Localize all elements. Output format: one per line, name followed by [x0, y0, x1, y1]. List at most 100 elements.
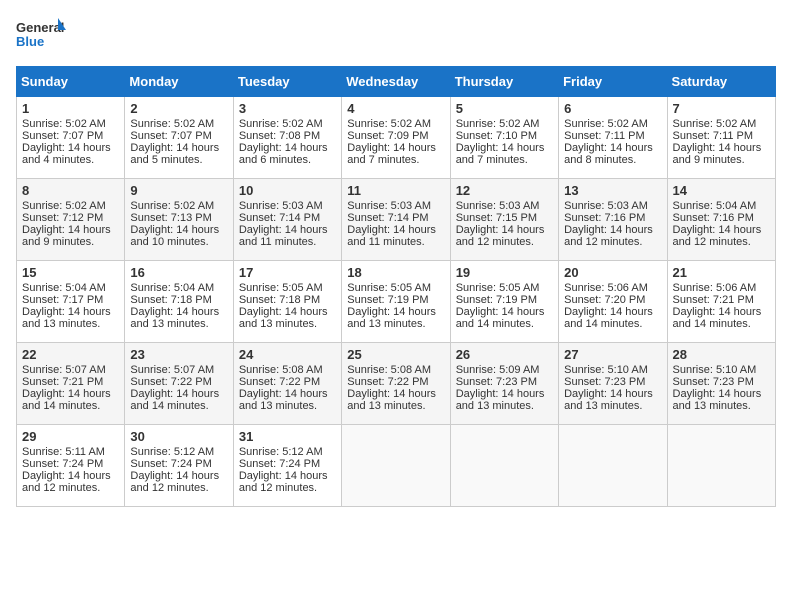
day-number: 29 [22, 429, 119, 444]
day-number: 28 [673, 347, 770, 362]
sunrise-text: Sunrise: 5:02 AM [673, 118, 757, 130]
sunrise-text: Sunrise: 5:07 AM [22, 364, 106, 376]
sunset-text: Sunset: 7:14 PM [239, 212, 320, 224]
day-cell: 2Sunrise: 5:02 AMSunset: 7:07 PMDaylight… [125, 97, 233, 179]
sunset-text: Sunset: 7:16 PM [673, 212, 754, 224]
sunset-text: Sunset: 7:22 PM [130, 376, 211, 388]
svg-text:General: General [16, 20, 64, 35]
day-number: 12 [456, 183, 553, 198]
daylight-minutes: and 4 minutes. [22, 154, 94, 166]
day-number: 13 [564, 183, 661, 198]
daylight-minutes: and 14 minutes. [564, 318, 642, 330]
daylight-minutes: and 7 minutes. [347, 154, 419, 166]
day-number: 23 [130, 347, 227, 362]
daylight-text: Daylight: 14 hours [130, 388, 219, 400]
daylight-text: Daylight: 14 hours [22, 224, 111, 236]
day-cell: 30Sunrise: 5:12 AMSunset: 7:24 PMDayligh… [125, 425, 233, 507]
daylight-text: Daylight: 14 hours [22, 470, 111, 482]
sunrise-text: Sunrise: 5:03 AM [456, 200, 540, 212]
sunrise-text: Sunrise: 5:02 AM [239, 118, 323, 130]
svg-text:Blue: Blue [16, 34, 44, 49]
day-cell [342, 425, 450, 507]
daylight-text: Daylight: 14 hours [239, 470, 328, 482]
sunrise-text: Sunrise: 5:02 AM [22, 200, 106, 212]
sunset-text: Sunset: 7:16 PM [564, 212, 645, 224]
sunset-text: Sunset: 7:19 PM [347, 294, 428, 306]
day-cell: 17Sunrise: 5:05 AMSunset: 7:18 PMDayligh… [233, 261, 341, 343]
week-row-2: 8Sunrise: 5:02 AMSunset: 7:12 PMDaylight… [17, 179, 776, 261]
day-cell: 19Sunrise: 5:05 AMSunset: 7:19 PMDayligh… [450, 261, 558, 343]
daylight-text: Daylight: 14 hours [564, 306, 653, 318]
sunrise-text: Sunrise: 5:06 AM [673, 282, 757, 294]
daylight-text: Daylight: 14 hours [22, 306, 111, 318]
daylight-minutes: and 14 minutes. [22, 400, 100, 412]
day-number: 20 [564, 265, 661, 280]
week-row-4: 22Sunrise: 5:07 AMSunset: 7:21 PMDayligh… [17, 343, 776, 425]
daylight-minutes: and 10 minutes. [130, 236, 208, 248]
sunrise-text: Sunrise: 5:05 AM [239, 282, 323, 294]
daylight-text: Daylight: 14 hours [564, 142, 653, 154]
day-number: 8 [22, 183, 119, 198]
day-number: 14 [673, 183, 770, 198]
daylight-text: Daylight: 14 hours [456, 224, 545, 236]
day-cell: 29Sunrise: 5:11 AMSunset: 7:24 PMDayligh… [17, 425, 125, 507]
daylight-text: Daylight: 14 hours [347, 142, 436, 154]
day-cell: 1Sunrise: 5:02 AMSunset: 7:07 PMDaylight… [17, 97, 125, 179]
week-row-5: 29Sunrise: 5:11 AMSunset: 7:24 PMDayligh… [17, 425, 776, 507]
sunrise-text: Sunrise: 5:03 AM [239, 200, 323, 212]
day-number: 7 [673, 101, 770, 116]
day-number: 25 [347, 347, 444, 362]
daylight-text: Daylight: 14 hours [456, 306, 545, 318]
day-number: 31 [239, 429, 336, 444]
daylight-text: Daylight: 14 hours [130, 224, 219, 236]
day-number: 15 [22, 265, 119, 280]
sunrise-text: Sunrise: 5:12 AM [239, 446, 323, 458]
daylight-text: Daylight: 14 hours [347, 224, 436, 236]
day-cell: 26Sunrise: 5:09 AMSunset: 7:23 PMDayligh… [450, 343, 558, 425]
daylight-minutes: and 6 minutes. [239, 154, 311, 166]
day-number: 30 [130, 429, 227, 444]
day-number: 2 [130, 101, 227, 116]
day-cell: 21Sunrise: 5:06 AMSunset: 7:21 PMDayligh… [667, 261, 775, 343]
daylight-minutes: and 13 minutes. [673, 400, 751, 412]
day-number: 1 [22, 101, 119, 116]
sunset-text: Sunset: 7:18 PM [239, 294, 320, 306]
daylight-text: Daylight: 14 hours [239, 142, 328, 154]
day-number: 19 [456, 265, 553, 280]
day-number: 26 [456, 347, 553, 362]
day-cell: 22Sunrise: 5:07 AMSunset: 7:21 PMDayligh… [17, 343, 125, 425]
day-cell: 16Sunrise: 5:04 AMSunset: 7:18 PMDayligh… [125, 261, 233, 343]
day-cell: 11Sunrise: 5:03 AMSunset: 7:14 PMDayligh… [342, 179, 450, 261]
daylight-minutes: and 12 minutes. [456, 236, 534, 248]
sunrise-text: Sunrise: 5:02 AM [22, 118, 106, 130]
header: General Blue [16, 16, 776, 58]
day-cell: 10Sunrise: 5:03 AMSunset: 7:14 PMDayligh… [233, 179, 341, 261]
day-cell: 24Sunrise: 5:08 AMSunset: 7:22 PMDayligh… [233, 343, 341, 425]
day-cell: 5Sunrise: 5:02 AMSunset: 7:10 PMDaylight… [450, 97, 558, 179]
day-cell [667, 425, 775, 507]
daylight-minutes: and 12 minutes. [22, 482, 100, 494]
day-number: 4 [347, 101, 444, 116]
daylight-text: Daylight: 14 hours [347, 306, 436, 318]
daylight-minutes: and 12 minutes. [239, 482, 317, 494]
daylight-minutes: and 9 minutes. [22, 236, 94, 248]
day-cell [450, 425, 558, 507]
day-cell: 7Sunrise: 5:02 AMSunset: 7:11 PMDaylight… [667, 97, 775, 179]
calendar-table: SundayMondayTuesdayWednesdayThursdayFrid… [16, 66, 776, 507]
week-row-3: 15Sunrise: 5:04 AMSunset: 7:17 PMDayligh… [17, 261, 776, 343]
day-number: 3 [239, 101, 336, 116]
day-cell: 18Sunrise: 5:05 AMSunset: 7:19 PMDayligh… [342, 261, 450, 343]
daylight-text: Daylight: 14 hours [130, 142, 219, 154]
daylight-text: Daylight: 14 hours [673, 224, 762, 236]
day-number: 21 [673, 265, 770, 280]
col-header-thursday: Thursday [450, 67, 558, 97]
sunrise-text: Sunrise: 5:08 AM [347, 364, 431, 376]
col-header-wednesday: Wednesday [342, 67, 450, 97]
sunset-text: Sunset: 7:22 PM [347, 376, 428, 388]
logo: General Blue [16, 16, 66, 58]
day-number: 6 [564, 101, 661, 116]
sunrise-text: Sunrise: 5:08 AM [239, 364, 323, 376]
sunrise-text: Sunrise: 5:05 AM [347, 282, 431, 294]
sunrise-text: Sunrise: 5:05 AM [456, 282, 540, 294]
sunset-text: Sunset: 7:18 PM [130, 294, 211, 306]
